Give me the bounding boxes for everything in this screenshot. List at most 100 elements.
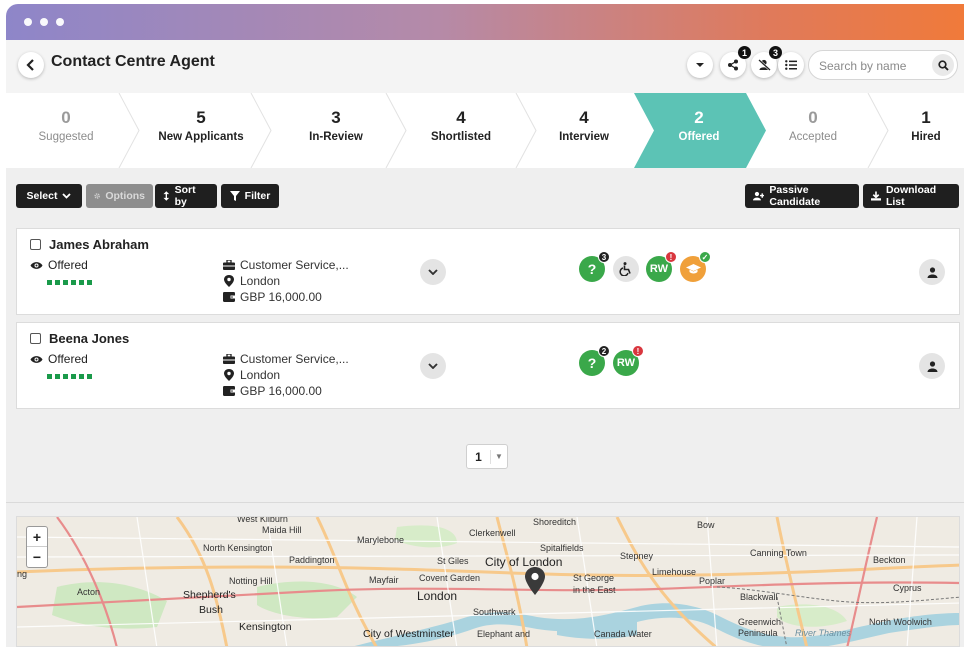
map-label: Shepherd's [183, 589, 236, 601]
stage-shortlisted[interactable]: 4 Shortlisted [396, 93, 526, 168]
map-label: Paddington [289, 555, 335, 565]
stage-interview[interactable]: 4 Interview [519, 93, 649, 168]
map-label: Canada Water [594, 629, 652, 639]
stage-suggested[interactable]: 0 Suggested [6, 93, 126, 168]
download-list-button[interactable]: Download List [863, 184, 959, 208]
window-controls [24, 18, 64, 26]
candidate-salary: GBP 16,000.00 [223, 384, 322, 398]
right-to-work-badge[interactable]: RW ! [613, 345, 644, 376]
stage-accepted[interactable]: 0 Accepted [748, 93, 878, 168]
right-to-work-badge[interactable]: RW ! [646, 251, 677, 282]
stage-count: 5 [196, 108, 206, 127]
map-label: Maida Hill [262, 525, 302, 535]
zoom-out-button[interactable]: − [27, 547, 47, 567]
candidate-checkbox[interactable] [30, 333, 41, 344]
candidate-location: London [223, 274, 280, 288]
candidate-status: Offered [30, 258, 88, 272]
filter-button[interactable]: Filter [221, 184, 279, 208]
graduation-cap-icon [685, 264, 701, 274]
share-icon [728, 59, 738, 71]
progress-step [79, 374, 84, 379]
map-label: Limehouse [652, 567, 697, 577]
pagination-select[interactable]: 1 ▼ [466, 444, 508, 469]
questionnaire-badge[interactable]: ? 2 [579, 345, 610, 376]
map-label: Poplar [699, 576, 726, 586]
progress-step [63, 374, 68, 379]
accessibility-badge[interactable] [613, 256, 639, 282]
candidate-name[interactable]: Beena Jones [49, 331, 129, 346]
user-slash-icon [757, 59, 771, 71]
share-button[interactable]: 1 [720, 46, 751, 78]
progress-step [47, 280, 52, 285]
stage-offered[interactable]: 2 Offered [634, 93, 764, 168]
map-label: Cyprus [893, 583, 922, 593]
education-badge[interactable]: ✓ [680, 251, 711, 282]
app-container: Contact Centre Agent 1 3 Search by name … [6, 40, 964, 647]
wheelchair-icon [619, 262, 631, 276]
questionnaire-badge[interactable]: ? 3 [579, 251, 610, 282]
window-dot[interactable] [24, 18, 32, 26]
header-dropdown-button[interactable] [687, 52, 713, 78]
stage-count: 2 [694, 108, 704, 127]
zoom-in-button[interactable]: + [27, 527, 47, 547]
list-icon [785, 60, 797, 70]
options-button[interactable]: Options [86, 184, 153, 208]
progress-step [47, 374, 52, 379]
sort-by-button[interactable]: Sort by [155, 184, 217, 208]
location-text: London [240, 274, 281, 288]
caret-down-icon: ▼ [495, 452, 503, 461]
rw-alert: ! [665, 251, 677, 263]
location-text: London [240, 368, 281, 382]
download-list-label: Download List [885, 184, 937, 208]
job-text: Customer Service,... [240, 352, 349, 366]
stage-count: 3 [331, 108, 341, 127]
list-view-button[interactable] [778, 52, 804, 78]
page-title: Contact Centre Agent [51, 53, 215, 70]
section-divider [6, 502, 964, 503]
search-button[interactable] [932, 54, 954, 76]
stage-new-applicants[interactable]: 5 New Applicants [136, 93, 266, 168]
candidate-checkbox[interactable] [30, 239, 41, 250]
profile-button[interactable] [919, 259, 945, 285]
map-label: Bush [199, 604, 223, 616]
options-label: Options [105, 190, 145, 202]
map-label: Bow [697, 520, 715, 530]
profile-button[interactable] [919, 353, 945, 379]
stage-label: Interview [559, 131, 609, 143]
stage-label: In-Review [309, 131, 363, 143]
progress-step [79, 280, 84, 285]
eye-icon [30, 355, 43, 363]
candidate-name[interactable]: James Abraham [49, 237, 149, 252]
window-dot[interactable] [40, 18, 48, 26]
map-label: Mayfair [369, 575, 399, 585]
passive-candidate-button[interactable]: Passive Candidate [745, 184, 859, 208]
sort-icon [163, 191, 170, 201]
map-label: City of London [485, 555, 563, 569]
pipeline-stages: 0 Suggested 5 New Applicants 3 In-Review… [6, 93, 964, 168]
progress-step [55, 374, 60, 379]
stage-hired[interactable]: 1 Hired [886, 93, 964, 168]
expand-button[interactable] [420, 259, 446, 285]
map-label: Shoreditch [533, 517, 577, 527]
map-label: Greenwich [738, 617, 782, 627]
location-map[interactable]: + − West Kilburn Maida Hill Marylebone C… [16, 516, 960, 647]
rw-label: RW [616, 357, 636, 369]
map-label: Kensington [239, 621, 292, 633]
progress-step [71, 374, 76, 379]
map-label: Stepney [620, 551, 654, 561]
expand-button[interactable] [420, 353, 446, 379]
window-dot[interactable] [56, 18, 64, 26]
stage-in-review[interactable]: 3 In-Review [271, 93, 401, 168]
stage-count: 4 [456, 108, 466, 127]
rejected-button[interactable]: 3 [751, 46, 782, 78]
map-label: in the East [573, 585, 616, 595]
search-input[interactable] [819, 57, 924, 74]
stage-progress-indicator [47, 374, 92, 379]
stage-count: 4 [579, 108, 589, 127]
map-label: Acton [77, 587, 101, 597]
wallet-icon [223, 292, 235, 302]
back-button[interactable] [18, 52, 44, 78]
stage-label: Accepted [789, 131, 837, 143]
select-dropdown-button[interactable]: Select [16, 184, 82, 208]
briefcase-icon [223, 260, 235, 270]
